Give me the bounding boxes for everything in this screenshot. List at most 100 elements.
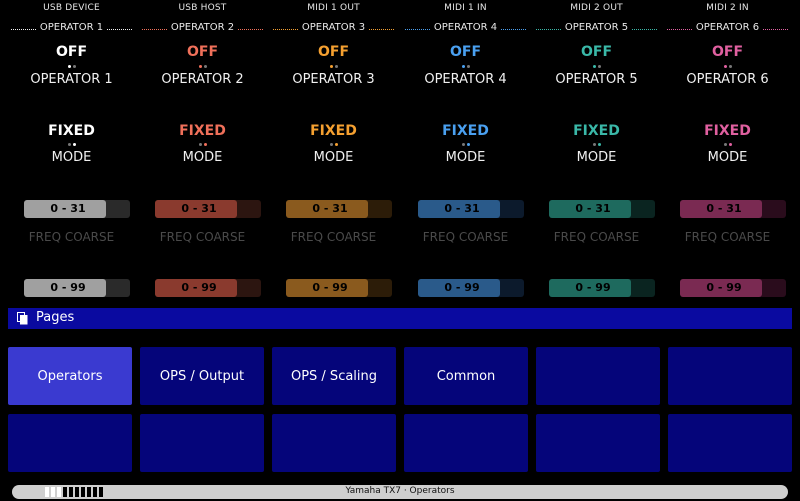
freq-coarse-range: 0 - 31	[181, 202, 217, 215]
range-bar[interactable]: 0 - 99	[418, 279, 524, 297]
value-indicator-dots	[662, 65, 793, 69]
freq-coarse-range: 0 - 31	[444, 202, 480, 215]
operator-switch-value[interactable]: OFF	[662, 44, 793, 60]
operator-header: OPERATOR 4	[405, 20, 526, 36]
pages-header: Pages	[8, 308, 792, 329]
value-indicator-dots	[531, 143, 662, 147]
mode-value[interactable]: FIXED	[400, 123, 531, 139]
page-tile-empty[interactable]	[668, 347, 792, 405]
operator-switch-label: OPERATOR 6	[686, 72, 769, 87]
operator-header-label: OPERATOR 2	[166, 22, 239, 33]
operator-switch-label: OPERATOR 5	[555, 72, 638, 87]
mode-label: MODE	[576, 150, 617, 165]
mode-value[interactable]: FIXED	[137, 123, 268, 139]
operator-switch-value[interactable]: OFF	[400, 44, 531, 60]
page-tile-empty[interactable]	[668, 414, 792, 472]
page-tile-ops-scaling[interactable]: OPS / Scaling	[272, 347, 396, 405]
operator-switch-value[interactable]: OFF	[531, 44, 662, 60]
mode-label: MODE	[313, 150, 354, 165]
page-tile-ops-output[interactable]: OPS / Output	[140, 347, 264, 405]
freq-coarse-range: 0 - 31	[575, 202, 611, 215]
operator-column-1: USB DEVICE OPERATOR 1 OFF OPERATOR 1 FIX…	[6, 0, 137, 305]
freq-coarse-range: 0 - 31	[706, 202, 742, 215]
operator-column-6: MIDI 2 IN OPERATOR 6 OFF OPERATOR 6 FIXE…	[662, 0, 793, 305]
page-tile-empty[interactable]	[140, 414, 264, 472]
freq-coarse-bar[interactable]: 0 - 31	[286, 200, 392, 218]
freq-coarse-label: FREQ COARSE	[159, 230, 246, 244]
range-value: 0 - 99	[444, 281, 480, 294]
mode-value[interactable]: FIXED	[6, 123, 137, 139]
mode-value[interactable]: FIXED	[268, 123, 399, 139]
freq-coarse-bar[interactable]: 0 - 31	[549, 200, 655, 218]
operator-header: OPERATOR 2	[142, 20, 263, 36]
operator-header-label: OPERATOR 5	[560, 22, 633, 33]
page-tile-empty[interactable]	[536, 414, 660, 472]
freq-coarse-label: FREQ COARSE	[290, 230, 377, 244]
mode-value[interactable]: FIXED	[531, 123, 662, 139]
range-bar[interactable]: 0 - 99	[24, 279, 130, 297]
operator-switch-value[interactable]: OFF	[6, 44, 137, 60]
port-label: USB DEVICE	[43, 3, 100, 13]
operator-column-4: MIDI 1 IN OPERATOR 4 OFF OPERATOR 4 FIXE…	[400, 0, 531, 305]
operator-switch-label: OPERATOR 2	[161, 72, 244, 87]
port-label: MIDI 2 IN	[706, 3, 749, 13]
mode-label: MODE	[707, 150, 748, 165]
value-indicator-dots	[400, 143, 531, 147]
operator-header: OPERATOR 3	[273, 20, 394, 36]
port-label: USB HOST	[178, 3, 227, 13]
operator-switch-label: OPERATOR 4	[424, 72, 507, 87]
freq-coarse-range: 0 - 31	[312, 202, 348, 215]
range-value: 0 - 99	[181, 281, 217, 294]
operator-switch-value[interactable]: OFF	[137, 44, 268, 60]
mode-label: MODE	[182, 150, 223, 165]
value-indicator-dots	[137, 65, 268, 69]
status-bar: Yamaha TX7 · Operators	[12, 485, 788, 499]
page-tile-operators[interactable]: Operators	[8, 347, 132, 405]
freq-coarse-range: 0 - 31	[50, 202, 86, 215]
freq-coarse-label: FREQ COARSE	[28, 230, 115, 244]
operator-header: OPERATOR 5	[536, 20, 657, 36]
range-value: 0 - 99	[50, 281, 86, 294]
freq-coarse-bar[interactable]: 0 - 31	[24, 200, 130, 218]
page-tile-empty[interactable]	[404, 414, 528, 472]
operator-column-5: MIDI 2 OUT OPERATOR 5 OFF OPERATOR 5 FIX…	[531, 0, 662, 305]
value-indicator-dots	[6, 143, 137, 147]
freq-coarse-bar[interactable]: 0 - 31	[680, 200, 786, 218]
mode-label: MODE	[51, 150, 92, 165]
freq-coarse-bar[interactable]: 0 - 31	[418, 200, 524, 218]
operator-header: OPERATOR 6	[667, 20, 788, 36]
page-tile-empty[interactable]	[536, 347, 660, 405]
freq-coarse-label: FREQ COARSE	[553, 230, 640, 244]
range-bar[interactable]: 0 - 99	[680, 279, 786, 297]
range-value: 0 - 99	[312, 281, 348, 294]
operators-screen: USB DEVICE OPERATOR 1 OFF OPERATOR 1 FIX…	[0, 0, 800, 501]
value-indicator-dots	[137, 143, 268, 147]
range-value: 0 - 99	[575, 281, 611, 294]
port-label: MIDI 1 IN	[444, 3, 487, 13]
operator-header-label: OPERATOR 3	[297, 22, 370, 33]
pages-icon	[17, 312, 28, 325]
operator-header-label: OPERATOR 4	[429, 22, 502, 33]
page-tile-common[interactable]: Common	[404, 347, 528, 405]
range-bar[interactable]: 0 - 99	[549, 279, 655, 297]
operator-header-label: OPERATOR 6	[691, 22, 764, 33]
value-indicator-dots	[662, 143, 793, 147]
operator-column-3: MIDI 1 OUT OPERATOR 3 OFF OPERATOR 3 FIX…	[268, 0, 399, 305]
freq-coarse-label: FREQ COARSE	[684, 230, 771, 244]
page-tile-empty[interactable]	[8, 414, 132, 472]
operator-header-label: OPERATOR 1	[35, 22, 108, 33]
port-label: MIDI 2 OUT	[570, 3, 623, 13]
pages-title: Pages	[36, 310, 75, 325]
range-bar[interactable]: 0 - 99	[286, 279, 392, 297]
operator-header: OPERATOR 1	[11, 20, 132, 36]
operator-switch-label: OPERATOR 1	[30, 72, 113, 87]
mode-value[interactable]: FIXED	[662, 123, 793, 139]
range-bar[interactable]: 0 - 99	[155, 279, 261, 297]
operator-switch-value[interactable]: OFF	[268, 44, 399, 60]
port-label: MIDI 1 OUT	[307, 3, 360, 13]
operator-column-2: USB HOST OPERATOR 2 OFF OPERATOR 2 FIXED…	[137, 0, 268, 305]
status-title: Yamaha TX7 · Operators	[345, 486, 455, 496]
freq-coarse-label: FREQ COARSE	[422, 230, 509, 244]
freq-coarse-bar[interactable]: 0 - 31	[155, 200, 261, 218]
page-tile-empty[interactable]	[272, 414, 396, 472]
